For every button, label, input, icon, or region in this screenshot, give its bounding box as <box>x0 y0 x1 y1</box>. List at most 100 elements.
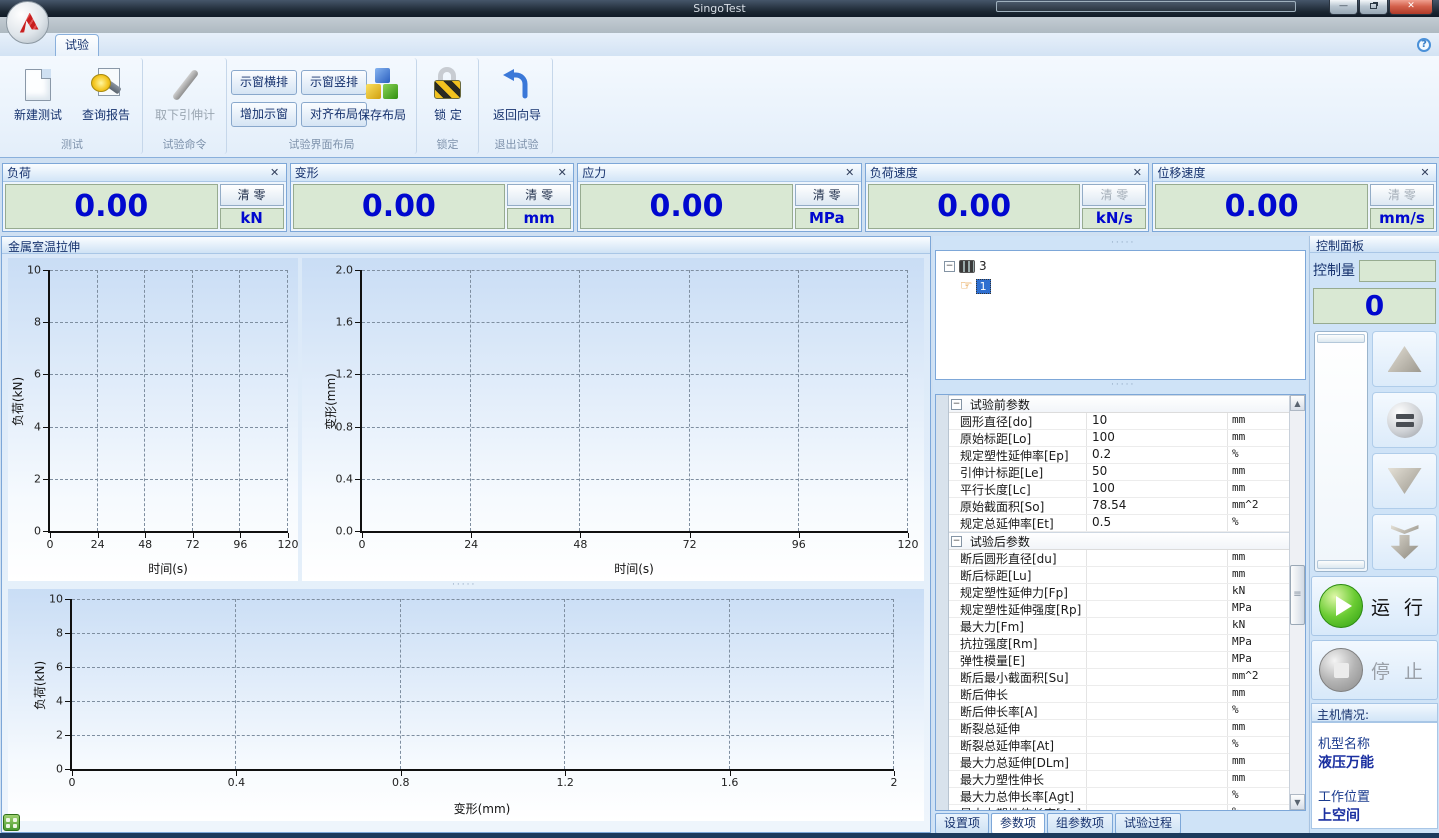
chart-deform-time[interactable]: 0.00.40.81.21.62.0024487296120时间(s)变形(mm… <box>302 258 924 581</box>
hold-button[interactable] <box>1372 392 1437 448</box>
param-value[interactable]: 50 <box>1087 464 1228 480</box>
control-quantity-input[interactable] <box>1359 260 1436 282</box>
meter-value: 0.00 <box>868 184 1081 229</box>
param-row[interactable]: 引伸计标距[Le]50mm <box>949 464 1289 481</box>
move-up-button[interactable] <box>1372 331 1437 387</box>
param-value[interactable]: 100 <box>1087 430 1228 446</box>
layout-grid-icon[interactable] <box>3 814 20 831</box>
param-value[interactable] <box>1087 669 1228 685</box>
return-wizard-button[interactable]: 返回向导 <box>484 64 550 136</box>
parameter-section-header[interactable]: − 试验后参数 <box>949 532 1289 550</box>
help-icon[interactable]: ? <box>1417 38 1431 52</box>
param-row[interactable]: 原始截面积[So]78.54mm^2 <box>949 498 1289 515</box>
param-value[interactable]: 0.2 <box>1087 447 1228 463</box>
param-value[interactable]: 78.54 <box>1087 498 1228 514</box>
control-slider[interactable] <box>1314 331 1368 572</box>
collapse-icon[interactable]: − <box>951 399 962 410</box>
new-test-button[interactable]: 新建测试 <box>5 64 71 136</box>
close-icon[interactable]: ✕ <box>1389 0 1433 15</box>
lock-button[interactable]: 锁 定 <box>415 64 481 136</box>
splitter-handle[interactable]: ····· <box>1111 238 1135 248</box>
close-icon[interactable]: ✕ <box>268 166 282 179</box>
parameter-section-header[interactable]: − 试验前参数 <box>949 395 1289 413</box>
param-row[interactable]: 规定塑性延伸力[Fp]kN <box>949 584 1289 601</box>
save-layout-button[interactable]: 保存布局 <box>349 64 415 136</box>
tab-inactive[interactable]: 试验过程 <box>1115 813 1181 834</box>
param-row[interactable]: 最大力塑性伸长率[Ag]% <box>949 805 1289 810</box>
param-row[interactable]: 原始标距[Lo]100mm <box>949 430 1289 447</box>
slider-cap-bottom[interactable] <box>1317 560 1365 569</box>
param-row[interactable]: 规定塑性延伸强度[Rp]MPa <box>949 601 1289 618</box>
add-window-button[interactable]: 增加示窗 <box>231 102 297 127</box>
run-button[interactable]: 运 行 <box>1311 576 1438 636</box>
chart-load-deform[interactable]: 024681000.40.81.21.62变形(mm)负荷(kN) <box>8 589 924 821</box>
close-icon[interactable]: ✕ <box>1418 166 1432 179</box>
clear-zero-button[interactable]: 清 零 <box>220 184 284 206</box>
tree-child-node[interactable]: ☞ 1 <box>960 277 1305 295</box>
param-row[interactable]: 最大力[Fm]kN <box>949 618 1289 635</box>
scrollbar[interactable]: ▲ ▼ <box>1289 395 1305 810</box>
chart-load-time[interactable]: 0246810024487296120时间(s)负荷(kN) <box>8 258 298 581</box>
restore-icon[interactable] <box>1359 0 1388 15</box>
slider-cap-top[interactable] <box>1317 334 1365 343</box>
close-icon[interactable]: ✕ <box>555 166 569 179</box>
x-tick-label: 48 <box>138 538 152 551</box>
param-row[interactable]: 圆形直径[do]10mm <box>949 413 1289 430</box>
param-value[interactable]: 0.5 <box>1087 515 1228 531</box>
query-report-button[interactable]: 查询报告 <box>73 64 139 136</box>
param-row[interactable]: 规定塑性延伸率[Ep]0.2% <box>949 447 1289 464</box>
tab-active[interactable]: 参数项 <box>991 813 1045 834</box>
tab-test[interactable]: 试验 <box>55 34 99 56</box>
clear-zero-button[interactable]: 清 零 <box>795 184 859 206</box>
param-row[interactable]: 断后标距[Lu]mm <box>949 567 1289 584</box>
param-value[interactable] <box>1087 584 1228 600</box>
tab-inactive[interactable]: 组参数项 <box>1047 813 1113 834</box>
param-value[interactable] <box>1087 771 1228 787</box>
windows-horizontal-button[interactable]: 示窗横排 <box>231 70 297 95</box>
close-icon[interactable]: ✕ <box>843 166 857 179</box>
param-value[interactable] <box>1087 754 1228 770</box>
param-value[interactable]: 10 <box>1087 413 1228 429</box>
param-row[interactable]: 断后伸长mm <box>949 686 1289 703</box>
param-row[interactable]: 断后最小截面积[Su]mm^2 <box>949 669 1289 686</box>
param-value[interactable] <box>1087 618 1228 634</box>
param-row[interactable]: 最大力总伸长率[Agt]% <box>949 788 1289 805</box>
param-row[interactable]: 弹性模量[E]MPa <box>949 652 1289 669</box>
collapse-icon[interactable]: − <box>951 536 962 547</box>
param-value[interactable] <box>1087 737 1228 753</box>
param-value[interactable] <box>1087 720 1228 736</box>
tree-root-node[interactable]: − 3 <box>944 257 1305 275</box>
param-value[interactable] <box>1087 635 1228 651</box>
param-row[interactable]: 最大力塑性伸长mm <box>949 771 1289 788</box>
param-row[interactable]: 断裂总延伸mm <box>949 720 1289 737</box>
app-logo[interactable] <box>6 1 49 44</box>
param-row[interactable]: 最大力总延伸[DLm]mm <box>949 754 1289 771</box>
param-value[interactable] <box>1087 601 1228 617</box>
tab-inactive[interactable]: 设置项 <box>935 813 989 834</box>
param-row[interactable]: 断后伸长率[A]% <box>949 703 1289 720</box>
param-row[interactable]: 规定总延伸率[Et]0.5% <box>949 515 1289 532</box>
param-value[interactable] <box>1087 805 1228 810</box>
param-value[interactable] <box>1087 703 1228 719</box>
minimize-icon[interactable]: — <box>1329 0 1358 15</box>
specimen-tree[interactable]: − 3 ☞ 1 <box>935 250 1306 380</box>
splitter-handle[interactable]: ····· <box>1111 380 1135 390</box>
param-value[interactable] <box>1087 652 1228 668</box>
scroll-up-icon[interactable]: ▲ <box>1290 395 1305 411</box>
param-value[interactable] <box>1087 550 1228 566</box>
param-row[interactable]: 断后圆形直径[du]mm <box>949 550 1289 567</box>
clear-zero-button[interactable]: 清 零 <box>507 184 571 206</box>
fast-down-button[interactable] <box>1372 514 1437 570</box>
param-row[interactable]: 断裂总延伸率[At]% <box>949 737 1289 754</box>
move-down-button[interactable] <box>1372 453 1437 509</box>
param-value[interactable]: 100 <box>1087 481 1228 497</box>
scroll-thumb[interactable] <box>1290 565 1305 625</box>
param-row[interactable]: 抗拉强度[Rm]MPa <box>949 635 1289 652</box>
param-value[interactable] <box>1087 788 1228 804</box>
collapse-icon[interactable]: − <box>944 261 955 272</box>
param-row[interactable]: 平行长度[Lc]100mm <box>949 481 1289 498</box>
param-value[interactable] <box>1087 567 1228 583</box>
scroll-down-icon[interactable]: ▼ <box>1290 794 1305 810</box>
param-value[interactable] <box>1087 686 1228 702</box>
close-icon[interactable]: ✕ <box>1130 166 1144 179</box>
